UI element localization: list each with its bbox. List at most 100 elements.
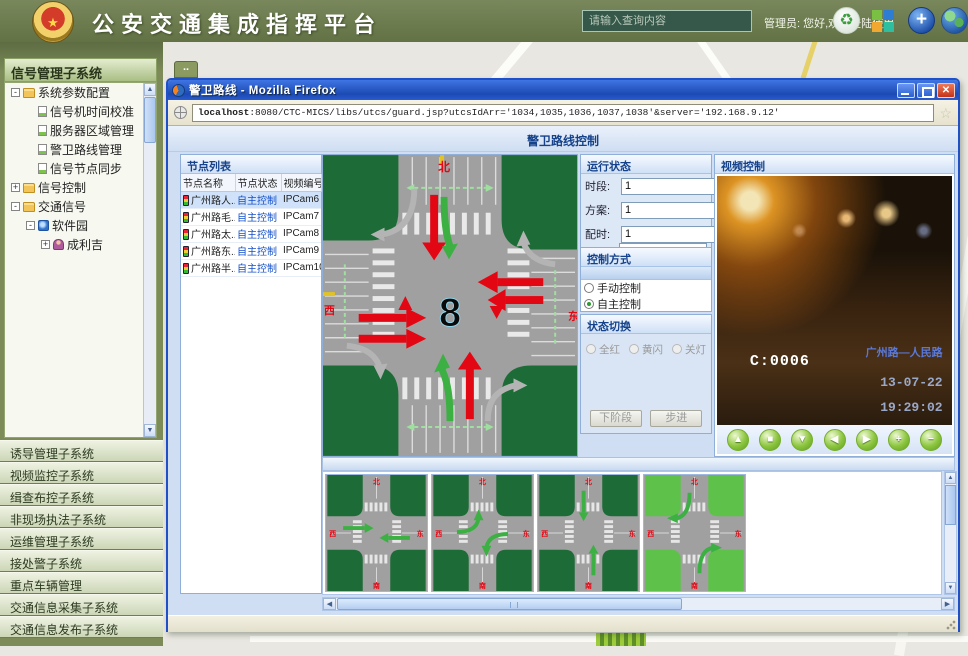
radio-icon[interactable] — [672, 344, 682, 354]
scroll-down-icon[interactable]: ▼ — [144, 424, 156, 437]
scroll-up-icon[interactable]: ▲ — [945, 472, 956, 484]
state-option[interactable]: 全红 — [586, 342, 620, 356]
node-status-cell[interactable]: 自主控制 — [235, 259, 281, 276]
strip-horizontal-scrollbar[interactable]: ◀ ▶ — [322, 597, 955, 611]
ptz-up-button[interactable]: ▲ — [727, 429, 749, 451]
camera-id-cell[interactable]: IPCam9 — [281, 242, 321, 259]
close-button[interactable]: ✕ — [937, 83, 955, 98]
phase-thumbnail[interactable]: 北南西东 — [325, 474, 428, 592]
table-row[interactable]: 广州路太...自主控制IPCam8 — [181, 225, 321, 242]
collapse-handle[interactable]: .. — [174, 61, 198, 78]
address-input[interactable]: localhost:8080/CTC-MICS/libs/utcs/guard.… — [192, 104, 934, 122]
state-switch-panel: 状态切换 全红黄闪关灯 下阶段步进 — [580, 314, 712, 434]
minimize-button[interactable] — [897, 83, 915, 98]
expand-icon[interactable]: + — [41, 240, 50, 249]
apps-grid-icon[interactable] — [872, 10, 894, 32]
step-button[interactable]: 步进 — [650, 410, 702, 427]
sidebar-section[interactable]: 视频监控子系统 — [0, 462, 163, 484]
tree-item[interactable]: 警卫路线管理 — [5, 140, 156, 159]
maximize-button[interactable] — [917, 83, 935, 98]
search-input[interactable] — [582, 10, 752, 32]
state-option[interactable]: 关灯 — [672, 342, 706, 356]
phase-thumbnail[interactable]: 北南西东 — [431, 474, 534, 592]
ptz-zoom-out-button[interactable]: − — [920, 429, 942, 451]
ptz-zoom-in-button[interactable]: + — [888, 429, 910, 451]
sidebar-section[interactable]: 缉查布控子系统 — [0, 484, 163, 506]
node-status-cell[interactable]: 自主控制 — [235, 225, 281, 242]
node-status-cell[interactable]: 自主控制 — [235, 208, 281, 225]
tree-item[interactable]: -软件园 — [5, 216, 156, 235]
control-mode-option[interactable]: 自主控制 — [581, 296, 711, 312]
scrollbar-thumb[interactable] — [945, 485, 956, 525]
scrollbar-thumb[interactable] — [337, 598, 682, 610]
tree-scrollbar[interactable]: ▲ ▼ — [143, 83, 156, 437]
scroll-right-icon[interactable]: ▶ — [941, 598, 954, 610]
collapse-icon[interactable]: - — [11, 88, 20, 97]
node-status-cell[interactable]: 自主控制 — [235, 191, 281, 208]
table-row[interactable]: 广州路东...自主控制IPCam9 — [181, 242, 321, 259]
table-row[interactable]: 广州路人...自主控制IPCam6 — [181, 191, 321, 208]
tree-item[interactable]: +成利吉 — [5, 235, 156, 254]
scroll-down-icon[interactable]: ▼ — [945, 582, 956, 594]
camera-id-cell[interactable]: IPCam6 — [281, 191, 321, 208]
globe-icon[interactable] — [941, 7, 968, 34]
traffic-light-icon — [183, 229, 189, 240]
refresh-icon[interactable]: ♻ — [833, 7, 860, 34]
sidebar-section[interactable]: 交通信息发布子系统 — [0, 616, 163, 638]
sidebar-section[interactable]: 交通信息采集子系统 — [0, 594, 163, 616]
resize-grip[interactable] — [946, 620, 956, 630]
sidebar-section[interactable]: 诱导管理子系统 — [0, 440, 163, 462]
collapse-icon[interactable]: - — [26, 221, 35, 230]
table-row[interactable]: 广州路毛...自主控制IPCam7 — [181, 208, 321, 225]
sidebar-section[interactable]: 接处警子系统 — [0, 550, 163, 572]
node-name-cell[interactable]: 广州路人... — [181, 191, 235, 208]
expand-icon[interactable]: + — [11, 183, 20, 192]
window-titlebar[interactable]: 警卫路线 - Mozilla Firefox ✕ — [168, 80, 958, 100]
add-icon[interactable]: + — [908, 7, 935, 34]
node-name-cell[interactable]: 广州路半... — [181, 259, 235, 276]
ptz-stop-button[interactable]: ■ — [759, 429, 781, 451]
tree-item[interactable]: 服务器区域管理 — [5, 121, 156, 140]
column-header[interactable]: 节点名称 — [181, 174, 235, 191]
node-name-cell[interactable]: 广州路太... — [181, 225, 235, 242]
camera-id-cell[interactable]: IPCam7 — [281, 208, 321, 225]
intersection-diagram: 北 东 西 8 — [322, 154, 578, 457]
bookmark-star-icon[interactable]: ☆ — [939, 106, 952, 120]
sidebar-section[interactable]: 运维管理子系统 — [0, 528, 163, 550]
splitter-bar[interactable] — [322, 457, 955, 471]
camera-id-cell[interactable]: IPCam10 — [281, 259, 321, 276]
tree-item-label: 交通信号 — [38, 198, 86, 215]
collapse-icon[interactable]: - — [11, 202, 20, 211]
node-status-cell[interactable]: 自主控制 — [235, 242, 281, 259]
camera-id-cell[interactable]: IPCam8 — [281, 225, 321, 242]
control-mode-option[interactable]: 手动控制 — [581, 280, 711, 296]
radio-icon[interactable] — [584, 299, 594, 309]
column-header[interactable]: 节点状态 — [235, 174, 281, 191]
phase-thumbnail[interactable]: 北南西东 — [643, 474, 746, 592]
sidebar-section[interactable]: 非现场执法子系统 — [0, 506, 163, 528]
tree-item[interactable]: 信号节点同步 — [5, 159, 156, 178]
strip-vertical-scrollbar[interactable]: ▲ ▼ — [944, 471, 957, 595]
node-name-cell[interactable]: 广州路东... — [181, 242, 235, 259]
table-row[interactable]: 广州路半...自主控制IPCam10 — [181, 259, 321, 276]
ptz-down-button[interactable]: ▼ — [791, 429, 813, 451]
tree-item[interactable]: - 交通信号 — [5, 197, 156, 216]
column-header[interactable]: 视频编号 — [281, 174, 321, 191]
state-option[interactable]: 黄闪 — [629, 342, 663, 356]
radio-icon[interactable] — [584, 283, 594, 293]
sidebar-panel-title[interactable]: 信号管理子系统 — [4, 58, 157, 82]
sidebar-section[interactable]: 重点车辆管理 — [0, 572, 163, 594]
radio-icon[interactable] — [629, 344, 639, 354]
step-button[interactable]: 下阶段 — [590, 410, 642, 427]
phase-thumbnail[interactable]: 北南西东 — [537, 474, 640, 592]
scroll-up-icon[interactable]: ▲ — [144, 83, 156, 96]
tree-item[interactable]: -系统参数配置 — [5, 83, 156, 102]
scrollbar-thumb[interactable] — [144, 97, 156, 143]
ptz-left-button[interactable]: ◀ — [824, 429, 846, 451]
scroll-left-icon[interactable]: ◀ — [323, 598, 336, 610]
tree-item[interactable]: 信号机时间校准 — [5, 102, 156, 121]
ptz-right-button[interactable]: ▶ — [856, 429, 878, 451]
radio-icon[interactable] — [586, 344, 596, 354]
tree-item[interactable]: +信号控制 — [5, 178, 156, 197]
node-name-cell[interactable]: 广州路毛... — [181, 208, 235, 225]
